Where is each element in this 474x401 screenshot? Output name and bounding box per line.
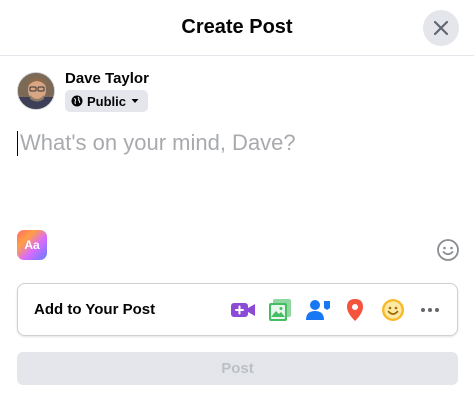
tag-people-button[interactable]	[304, 296, 332, 324]
globe-icon	[71, 95, 83, 107]
tag-people-icon	[306, 300, 330, 320]
close-icon	[433, 20, 449, 36]
photo-icon	[269, 299, 291, 321]
post-button[interactable]: Post	[17, 352, 458, 385]
post-text-input[interactable]: What's on your mind, Dave?	[17, 128, 457, 168]
create-post-dialog: Create Post Dave Taylor Public What's on…	[0, 0, 474, 401]
emoji-button[interactable]	[436, 238, 460, 262]
photo-video-button[interactable]	[266, 296, 294, 324]
add-to-post-bar: Add to Your Post	[17, 283, 458, 336]
author-name[interactable]: Dave Taylor	[65, 70, 149, 87]
more-dots-icon	[421, 308, 439, 312]
text-background-label: Aa	[24, 238, 40, 252]
close-button[interactable]	[423, 10, 459, 46]
add-to-post-label: Add to Your Post	[34, 301, 156, 318]
location-pin-icon	[347, 299, 363, 321]
text-background-button[interactable]: Aa	[17, 230, 47, 260]
video-plus-icon	[231, 303, 255, 317]
smiley-icon	[437, 239, 459, 261]
privacy-label: Public	[87, 93, 127, 109]
check-in-button[interactable]	[341, 296, 369, 324]
dialog-header: Create Post	[0, 0, 474, 56]
more-options-button[interactable]	[416, 296, 444, 324]
avatar[interactable]	[17, 72, 55, 110]
dialog-title: Create Post	[181, 16, 293, 38]
text-caret	[17, 131, 18, 156]
live-video-button[interactable]	[229, 296, 257, 324]
privacy-selector[interactable]: Public	[65, 90, 149, 112]
smiley-icon	[382, 299, 404, 321]
composer-placeholder: What's on your mind, Dave?	[20, 130, 296, 155]
caret-down-icon	[131, 99, 139, 103]
feeling-activity-button[interactable]	[379, 296, 407, 324]
